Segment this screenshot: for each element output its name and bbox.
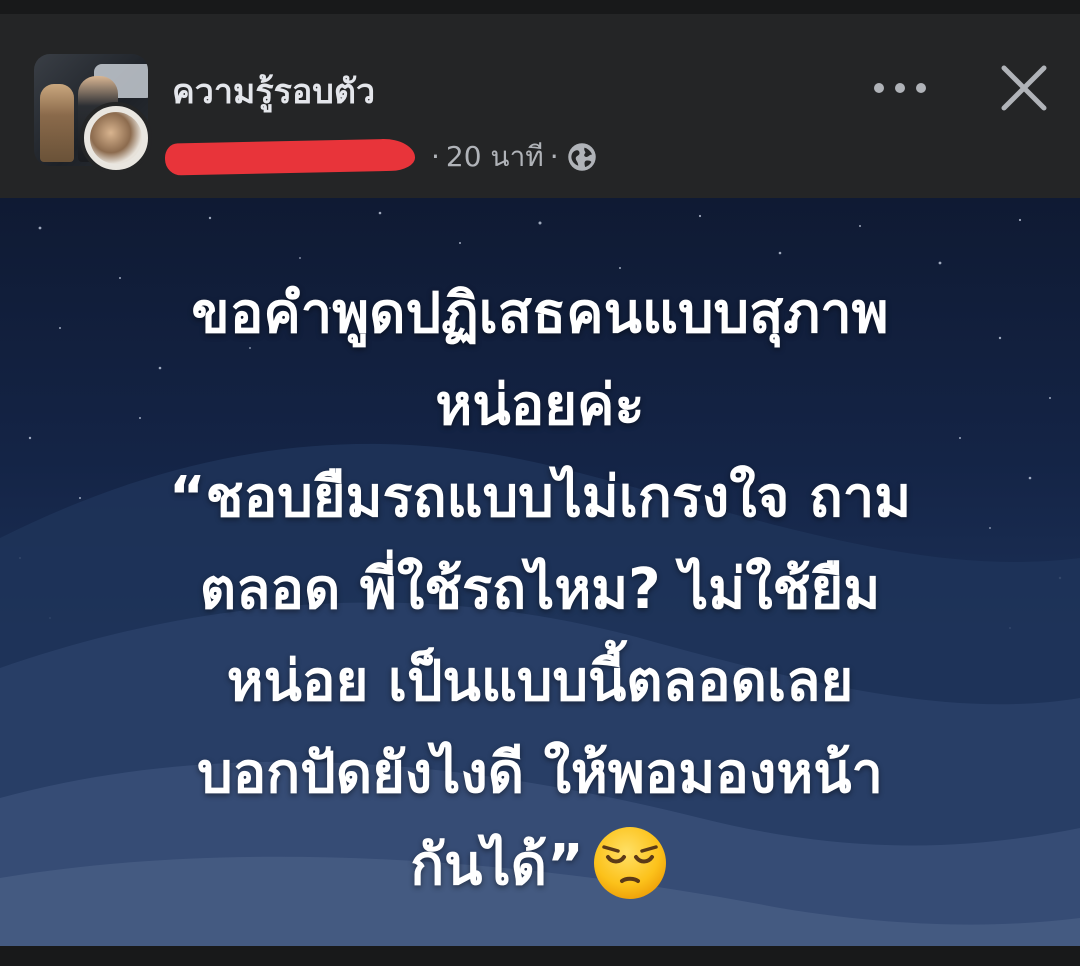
redacted-author-name (164, 138, 416, 176)
close-icon[interactable] (996, 60, 1052, 116)
meta-separator: · (549, 140, 559, 173)
post-image[interactable]: ขอคำพูดปฏิเสธคนแบบสุภาพ หน่อยค่ะ “ชอบยืม… (0, 198, 1080, 946)
post-timestamp[interactable]: 20 นาที (446, 134, 544, 180)
author-avatar[interactable] (80, 102, 152, 174)
pensive-face-emoji-icon (593, 826, 666, 899)
post-text-line-last: กันได้” (20, 820, 1060, 912)
post-meta: · 20 นาที · (164, 134, 597, 180)
post-text-line: หน่อยค่ะ (435, 373, 645, 438)
more-options-button[interactable] (866, 68, 934, 108)
post-header: ความรู้รอบตัว · 20 นาที · (0, 14, 1080, 198)
post-text-line: ขอคำพูดปฏิเสธคนแบบสุภาพ (191, 281, 889, 346)
meta-separator: · (431, 140, 440, 173)
avatar-photo-detail (40, 84, 74, 162)
more-horizontal-icon (874, 83, 884, 93)
post-text-line: หน่อย เป็นแบบนี้ตลอดเลย (226, 649, 854, 714)
post-caption: ขอคำพูดปฏิเสธคนแบบสุภาพ หน่อยค่ะ “ชอบยืม… (20, 268, 1060, 912)
post-text-line: ตลอด พี่ใช้รถไหม? ไม่ใช้ยืม (199, 557, 881, 622)
status-bar-edge (0, 0, 1080, 14)
post-text-line: “ชอบยืมรถแบบไม่เกรงใจ ถาม (168, 465, 912, 530)
globe-icon[interactable] (567, 142, 597, 172)
bottom-edge (0, 946, 1080, 966)
more-horizontal-icon (895, 83, 905, 93)
author-avatar-photo (90, 112, 142, 164)
page-name[interactable]: ความรู้รอบตัว (172, 70, 375, 114)
post-viewer: ความรู้รอบตัว · 20 นาที · ขอคำพูดปฏิเสธค… (0, 0, 1080, 966)
post-text-line: บอกปัดยังไงดี ให้พอมองหน้า (197, 741, 883, 806)
post-text-line: กันได้” (410, 833, 584, 898)
more-horizontal-icon (916, 83, 926, 93)
